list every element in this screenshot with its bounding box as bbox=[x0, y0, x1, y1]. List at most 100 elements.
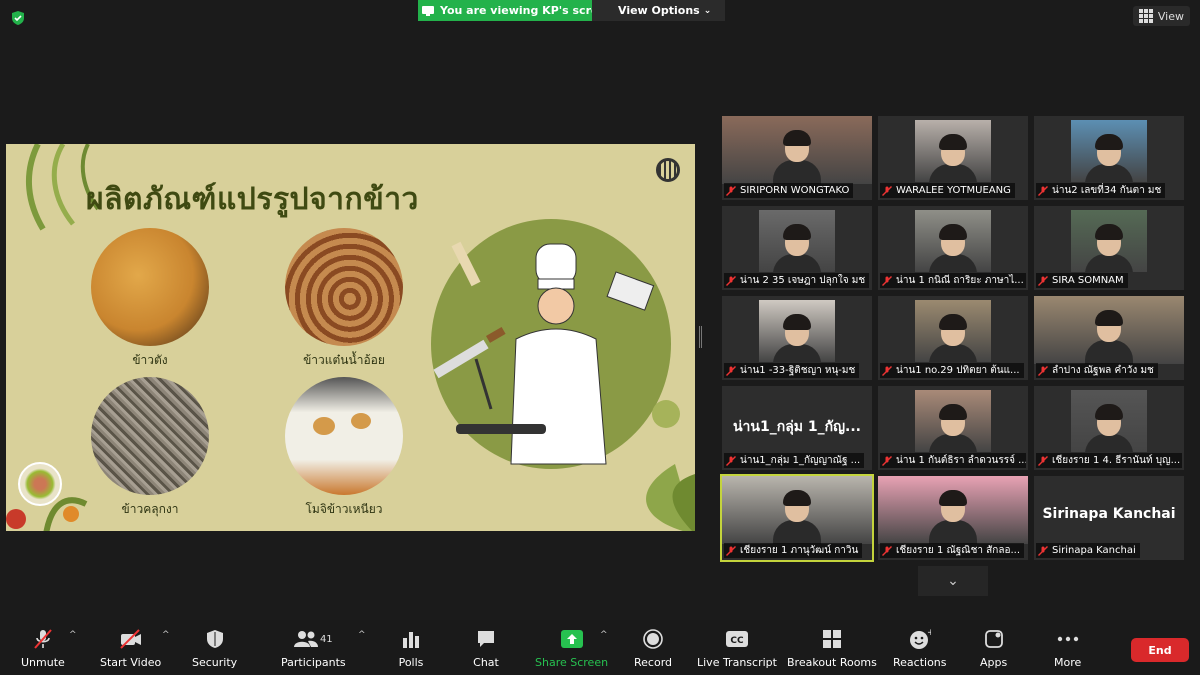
participant-video bbox=[1071, 120, 1147, 182]
start-video-button[interactable]: Start Video bbox=[100, 626, 161, 669]
participant-video bbox=[878, 476, 1028, 544]
apps-button[interactable]: Apps bbox=[980, 626, 1007, 669]
audio-options-caret[interactable]: ^ bbox=[69, 630, 77, 640]
participant-tile[interactable]: น่าน1_กลุ่ม 1_กัญ... น่าน1_กลุ่ม 1_กัญญาณ… bbox=[722, 386, 872, 470]
apps-label: Apps bbox=[980, 656, 1008, 669]
participants-button[interactable]: 41 Participants bbox=[281, 626, 346, 669]
encryption-shield-icon[interactable] bbox=[10, 10, 26, 26]
share-screen-icon bbox=[559, 626, 585, 652]
mic-off-icon bbox=[1038, 545, 1048, 556]
mic-off-icon bbox=[882, 455, 892, 466]
participant-hair bbox=[783, 224, 811, 240]
participant-video bbox=[915, 300, 991, 362]
participant-nameplate: น่าน1 no.29 ปทิตยา ต้นแ... bbox=[880, 363, 1024, 378]
live-transcript-button[interactable]: CC Live Transcript bbox=[697, 626, 777, 669]
participant-video bbox=[1034, 296, 1184, 364]
participant-tile[interactable]: Sirinapa Kanchai Sirinapa Kanchai bbox=[1034, 476, 1184, 560]
live-transcript-label: Live Transcript bbox=[697, 656, 777, 669]
participant-hair bbox=[939, 224, 967, 240]
participants-options-caret[interactable]: ^ bbox=[358, 630, 366, 640]
participant-body bbox=[773, 254, 821, 272]
svg-text:+: + bbox=[927, 628, 931, 638]
participant-video bbox=[915, 390, 991, 452]
start-video-label: Start Video bbox=[100, 656, 162, 669]
breakout-rooms-label: Breakout Rooms bbox=[787, 656, 877, 669]
more-button[interactable]: More bbox=[1054, 626, 1081, 669]
participant-name: เชียงราย 1 ภานุวัฒน์ กาวิน bbox=[740, 545, 859, 556]
participant-tile[interactable]: SIRA SOMNAM bbox=[1034, 206, 1184, 290]
participant-name: WARALEE YOTMUEANG bbox=[896, 185, 1011, 196]
participant-hair bbox=[783, 314, 811, 330]
mic-off-icon bbox=[726, 275, 736, 286]
participant-tile[interactable]: น่าน 2 35 เจษฎา ปลุกใจ มช bbox=[722, 206, 872, 290]
mic-off-icon bbox=[726, 455, 736, 466]
participant-hair bbox=[1095, 224, 1123, 240]
participant-nameplate: น่าน 1 กนิณี ถาริยะ ภาษาไ... bbox=[880, 273, 1026, 288]
participant-body bbox=[929, 344, 977, 362]
participant-tile[interactable]: SIRIPORN WONGTAKO bbox=[722, 116, 872, 200]
mic-off-icon bbox=[1038, 275, 1048, 286]
end-meeting-button[interactable]: End bbox=[1131, 638, 1189, 662]
participant-tile[interactable]: ลำปาง ณัฐพล คำวัง มช bbox=[1034, 296, 1184, 380]
participant-video bbox=[1071, 210, 1147, 272]
participant-nameplate: เชียงราย 1 4. ธีรานันท์ บุญ... bbox=[1036, 453, 1182, 468]
shield-icon bbox=[202, 626, 228, 652]
participant-tile[interactable]: เชียงราย 1 4. ธีรานันท์ บุญ... bbox=[1034, 386, 1184, 470]
participant-tile[interactable]: น่าน1 no.29 ปทิตยา ต้นแ... bbox=[878, 296, 1028, 380]
food-label-1: ข้าวตัง bbox=[132, 353, 168, 367]
participant-name: ลำปาง ณัฐพล คำวัง มช bbox=[1052, 365, 1154, 376]
video-options-caret[interactable]: ^ bbox=[162, 630, 170, 640]
participant-body bbox=[929, 434, 977, 452]
participant-tile[interactable]: น่าน1 -33-ฐิติชญา หนุ-มช bbox=[722, 296, 872, 380]
reactions-label: Reactions bbox=[893, 656, 947, 669]
view-options-button[interactable]: View Options ⌄ bbox=[592, 0, 726, 21]
more-dots-icon bbox=[1055, 626, 1081, 652]
security-button[interactable]: Security bbox=[192, 626, 237, 669]
mic-off-icon bbox=[1038, 185, 1048, 196]
participant-tile[interactable]: น่าน2 เลขที่34 กันตา มช bbox=[1034, 116, 1184, 200]
participant-hair bbox=[1095, 404, 1123, 420]
slide-title: ผลิตภัณฑ์แปรรูปจากข้าว bbox=[86, 182, 419, 217]
participant-name: Sirinapa Kanchai bbox=[1052, 545, 1136, 556]
participants-icon: 41 bbox=[288, 626, 338, 652]
participants-count: 41 bbox=[319, 633, 333, 645]
resize-handle[interactable] bbox=[699, 326, 702, 348]
participant-body bbox=[773, 520, 821, 544]
shared-screen-slide: ผลิตภัณฑ์แปรรูปจากข้าว ข้าวตัง ข้าวแต๋นน… bbox=[6, 144, 695, 531]
participant-body bbox=[773, 344, 821, 362]
participant-hair bbox=[939, 314, 967, 330]
record-icon bbox=[640, 626, 666, 652]
chat-button[interactable]: Chat bbox=[473, 626, 499, 669]
breakout-rooms-button[interactable]: Breakout Rooms bbox=[787, 626, 877, 669]
participant-video bbox=[722, 116, 872, 184]
unmute-label: Unmute bbox=[21, 656, 65, 669]
next-page-button[interactable]: ⌄ bbox=[918, 566, 988, 596]
participant-tile[interactable]: WARALEE YOTMUEANG bbox=[878, 116, 1028, 200]
share-options-caret[interactable]: ^ bbox=[600, 630, 608, 640]
share-screen-label: Share Screen bbox=[535, 656, 609, 669]
participant-nameplate: SIRIPORN WONGTAKO bbox=[724, 183, 854, 198]
participant-video bbox=[915, 210, 991, 272]
participant-hair bbox=[1095, 310, 1123, 326]
mic-off-icon bbox=[882, 275, 892, 286]
participant-nameplate: SIRA SOMNAM bbox=[1036, 273, 1128, 288]
share-screen-button[interactable]: Share Screen bbox=[535, 626, 608, 669]
participant-tile[interactable]: เชียงราย 1 ภานุวัฒน์ กาวิน bbox=[720, 474, 874, 562]
participant-name: SIRA SOMNAM bbox=[1052, 275, 1124, 286]
security-label: Security bbox=[192, 656, 238, 669]
participant-video bbox=[1071, 390, 1147, 452]
participant-tile[interactable]: น่าน 1 กันต์ธิรา ลำดวนรรจ์ ... bbox=[878, 386, 1028, 470]
record-label: Record bbox=[634, 656, 673, 669]
food-label-2: ข้าวแต๋นน้ำอ้อย bbox=[303, 353, 385, 367]
reactions-button[interactable]: + Reactions bbox=[893, 626, 947, 669]
leaf-decoration-bottom-right bbox=[646, 464, 695, 531]
mic-off-icon bbox=[1038, 455, 1048, 466]
record-button[interactable]: Record bbox=[634, 626, 672, 669]
cc-icon: CC bbox=[724, 626, 750, 652]
participant-tile[interactable]: น่าน 1 กนิณี ถาริยะ ภาษาไ... bbox=[878, 206, 1028, 290]
participant-name: น่าน 2 35 เจษฎา ปลุกใจ มช bbox=[740, 275, 866, 286]
view-layout-button[interactable]: View bbox=[1132, 6, 1190, 26]
polls-button[interactable]: Polls bbox=[398, 626, 424, 669]
unmute-button[interactable]: Unmute bbox=[21, 626, 65, 669]
participant-tile[interactable]: เชียงราย 1 ณัฐณิชา สักลอ... bbox=[878, 476, 1028, 560]
